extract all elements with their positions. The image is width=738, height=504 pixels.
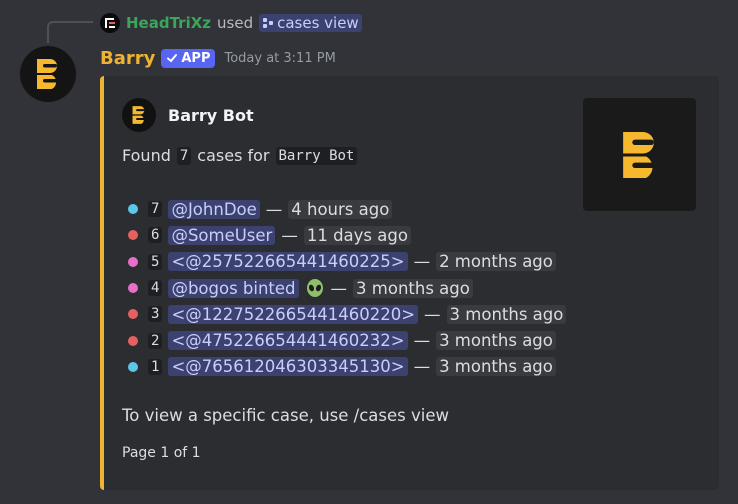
embed-author: Barry Bot [122,98,254,132]
case-timestamp[interactable]: 3 months ago [353,278,473,298]
case-separator: — [424,304,441,324]
case-timestamp[interactable]: 4 hours ago [288,199,393,219]
case-separator: — [413,331,431,351]
avatar[interactable] [20,46,76,102]
case-row: 7 @JohnDoe —4 hours ago [128,196,566,222]
barry-logo-icon [132,106,146,124]
embed-author-icon [122,98,156,132]
case-timestamp[interactable]: 3 months ago [436,331,556,351]
case-separator: — [281,225,298,245]
case-user-mention[interactable]: @SomeUser [168,225,276,245]
timestamp[interactable]: Today at 3:11 PM [224,51,335,66]
case-list: 7 @JohnDoe —4 hours ago 6 @SomeUser —11 days … [128,196,567,380]
app-badge: APP [161,48,216,68]
case-status-dot [128,309,138,320]
case-status-dot [128,204,138,215]
barry-logo-icon [37,59,59,89]
case-status-dot [128,230,138,241]
case-row: 5 <@257522665441460225> —2 months ago [128,249,566,275]
case-timestamp[interactable]: 3 months ago [436,357,556,377]
case-status-dot [128,283,138,294]
case-user-mention[interactable]: <@1227522665441460220> [168,304,419,324]
case-timestamp[interactable]: 11 days ago [303,225,411,245]
message-header: Barry APP Today at 3:11 PM [100,46,336,70]
case-user-mention[interactable]: @JohnDoe [168,199,260,219]
case-status-dot [128,335,138,346]
case-row: 3 <@1227522665441460220> —3 months ago [128,301,567,327]
case-timestamp[interactable]: 2 months ago [436,252,556,272]
reply-connector [47,21,93,43]
case-row: 6 @SomeUser —11 days ago [128,222,566,248]
found-prefix: Found [122,146,171,165]
case-status-dot [128,361,138,372]
embed-author-name: Barry Bot [168,105,254,125]
command-mention[interactable]: cases view [259,14,362,32]
alien-emoji-icon[interactable] [305,278,325,298]
found-count: 7 [176,146,192,165]
command-mention-label: cases view [277,14,359,32]
case-row: 2 <@475226654441460232> —3 months ago [128,327,566,353]
embed-hint: To view a specific case, use /cases view [122,406,449,425]
case-user-mention[interactable]: <@765612046303345130> [168,357,408,377]
barry-logo-icon [622,131,657,178]
reply-avatar-icon [105,18,115,28]
found-middle: cases for [197,146,270,165]
case-number: 4 [148,280,163,297]
case-number: 7 [148,201,163,218]
case-separator: — [413,252,431,272]
case-number: 5 [148,253,163,270]
message-username[interactable]: Barry [100,48,155,69]
embed-description: Found 7 cases for Barry Bot [122,146,358,165]
case-status-dot [128,256,138,267]
embed-thumbnail[interactable] [583,98,696,211]
case-timestamp[interactable]: 3 months ago [446,304,567,324]
case-number: 3 [148,306,163,323]
case-row: 1 <@765612046303345130> —3 months ago [128,354,566,380]
embed: Barry Bot Found 7 cases for Barry Bot 7 @… [100,76,719,490]
case-user-mention[interactable]: <@475226654441460232> [168,331,408,351]
case-user-mention[interactable]: <@257522665441460225> [168,252,408,272]
reply-used-label: used [217,14,254,32]
checkmark-icon [167,54,178,63]
case-separator: — [413,357,431,377]
case-separator: — [265,199,283,219]
case-user-mention[interactable]: @bogos binted [168,278,299,298]
case-row: 4 @bogos binted —3 months ago [128,275,566,301]
reply-reference[interactable]: HeadTriXz used cases view [100,11,362,35]
case-number: 6 [148,227,163,244]
slash-command-icon [263,18,274,28]
app-badge-label: APP [181,50,211,66]
case-number: 2 [148,332,163,349]
embed-footer: Page 1 of 1 [122,445,201,461]
reply-avatar[interactable] [100,13,120,33]
reply-username[interactable]: HeadTriXz [126,14,211,32]
case-number: 1 [148,358,163,375]
case-separator: — [330,278,348,298]
found-target: Barry Bot [275,146,358,165]
